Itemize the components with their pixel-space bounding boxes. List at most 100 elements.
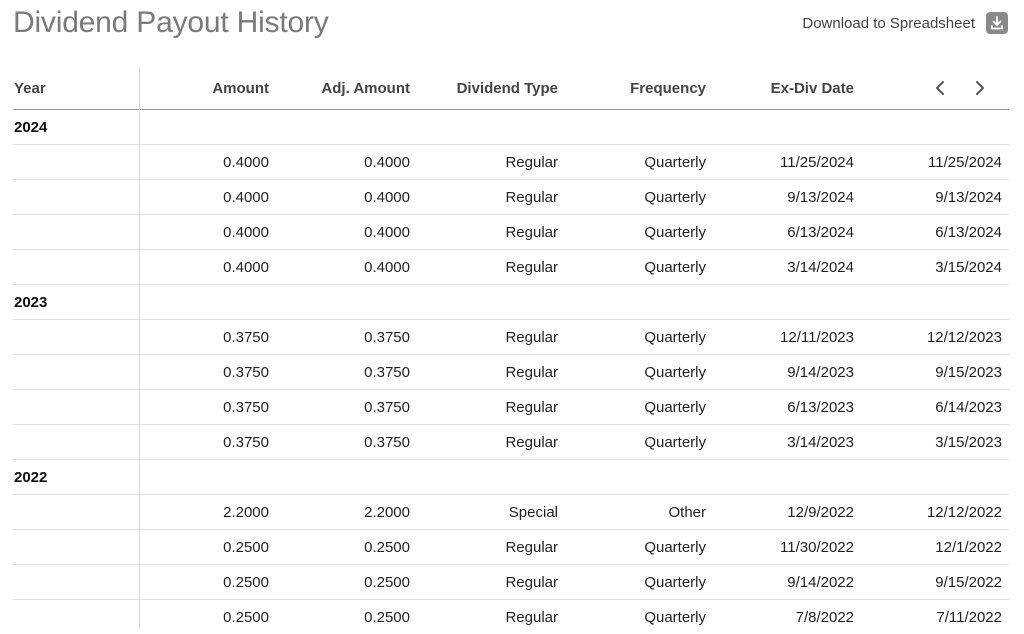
dividend-type-cell: Regular [505, 538, 558, 556]
page-header: Dividend Payout History Download to Spre… [0, 0, 1024, 60]
year-row: 2022 [13, 460, 1009, 495]
adj-amount-cell: 0.2500 [364, 608, 410, 626]
adj-amount-cell: 0.4000 [364, 223, 410, 241]
next-date-cell: 9/15/2023 [935, 363, 1002, 381]
next-date-cell: 12/1/2022 [935, 538, 1002, 556]
dividend-type-cell: Regular [505, 188, 558, 206]
frequency-cell: Quarterly [644, 608, 706, 626]
table-body: 2024 0.4000 0.4000 Regular Quarterly 11/… [13, 110, 1009, 634]
table-row: 2.2000 2.2000 Special Other 12/9/2022 12… [13, 495, 1009, 530]
column-pager [854, 78, 1002, 98]
amount-cell: 0.2500 [223, 538, 269, 556]
amount-cell: 0.4000 [223, 153, 269, 171]
dividend-type-cell: Regular [505, 433, 558, 451]
ex-div-date-cell: 12/9/2022 [787, 503, 854, 521]
frequency-cell: Quarterly [644, 153, 706, 171]
year-column-divider [139, 67, 140, 629]
ex-div-date-cell: 3/14/2024 [787, 258, 854, 276]
ex-div-date-cell: 9/13/2024 [787, 188, 854, 206]
adj-amount-cell: 2.2000 [364, 503, 410, 521]
year-row: 2024 [13, 110, 1009, 145]
frequency-cell: Quarterly [644, 258, 706, 276]
amount-cell: 0.3750 [223, 398, 269, 416]
amount-cell: 0.3750 [223, 363, 269, 381]
amount-cell: 0.2500 [223, 573, 269, 591]
dividend-type-cell: Regular [505, 608, 558, 626]
ex-div-date-cell: 9/14/2023 [787, 363, 854, 381]
ex-div-date-cell: 7/8/2022 [795, 608, 854, 626]
amount-cell: 0.3750 [223, 433, 269, 451]
adj-amount-cell: 0.2500 [364, 538, 410, 556]
next-date-cell: 6/14/2023 [935, 398, 1002, 416]
ex-div-date-cell: 9/14/2022 [787, 573, 854, 591]
frequency-cell: Quarterly [644, 573, 706, 591]
amount-cell: 0.4000 [223, 223, 269, 241]
dividend-type-cell: Regular [505, 398, 558, 416]
amount-cell: 0.2500 [223, 608, 269, 626]
download-label: Download to Spreadsheet [802, 14, 975, 32]
amount-cell: 2.2000 [223, 503, 269, 521]
page-title: Dividend Payout History [13, 6, 329, 39]
frequency-cell: Quarterly [644, 363, 706, 381]
column-header-year[interactable]: Year [13, 80, 139, 97]
amount-cell: 0.3750 [223, 328, 269, 346]
column-header-amount[interactable]: Amount [139, 80, 269, 97]
adj-amount-cell: 0.4000 [364, 153, 410, 171]
frequency-cell: Quarterly [644, 538, 706, 556]
adj-amount-cell: 0.3750 [364, 398, 410, 416]
download-spreadsheet-button[interactable]: Download to Spreadsheet [802, 12, 1008, 34]
adj-amount-cell: 0.3750 [364, 363, 410, 381]
ex-div-date-cell: 6/13/2023 [787, 398, 854, 416]
ex-div-date-cell: 12/11/2023 [780, 328, 854, 346]
next-date-cell: 3/15/2023 [935, 433, 1002, 451]
dividend-type-cell: Special [508, 503, 558, 521]
next-date-cell: 6/13/2024 [935, 223, 1002, 241]
column-header-adj-amount[interactable]: Adj. Amount [269, 80, 410, 97]
dividend-type-cell: Regular [505, 328, 558, 346]
column-header-frequency[interactable]: Frequency [558, 80, 706, 97]
table-row: 0.2500 0.2500 Regular Quarterly 11/30/20… [13, 530, 1009, 565]
dividend-type-cell: Regular [505, 258, 558, 276]
frequency-cell: Quarterly [644, 328, 706, 346]
dividend-table: Year Amount Adj. Amount Dividend Type Fr… [13, 67, 1009, 634]
dividend-type-cell: Regular [505, 153, 558, 171]
ex-div-date-cell: 6/13/2024 [787, 223, 854, 241]
chevron-right-icon[interactable] [970, 78, 990, 98]
download-icon[interactable] [986, 12, 1008, 34]
table-row: 0.4000 0.4000 Regular Quarterly 3/14/202… [13, 250, 1009, 285]
adj-amount-cell: 0.4000 [364, 188, 410, 206]
amount-cell: 0.4000 [223, 188, 269, 206]
adj-amount-cell: 0.4000 [364, 258, 410, 276]
next-date-cell: 12/12/2022 [926, 503, 1002, 521]
adj-amount-cell: 0.2500 [364, 573, 410, 591]
table-row: 0.4000 0.4000 Regular Quarterly 9/13/202… [13, 180, 1009, 215]
table-row: 0.3750 0.3750 Regular Quarterly 12/11/20… [13, 320, 1009, 355]
adj-amount-cell: 0.3750 [364, 433, 410, 451]
next-date-cell: 7/11/2022 [936, 608, 1002, 626]
frequency-cell: Quarterly [644, 188, 706, 206]
year-label: 2023 [14, 293, 48, 311]
table-row: 0.3750 0.3750 Regular Quarterly 3/14/202… [13, 425, 1009, 460]
table-header: Year Amount Adj. Amount Dividend Type Fr… [13, 67, 1009, 110]
table-row: 0.4000 0.4000 Regular Quarterly 11/25/20… [13, 145, 1009, 180]
ex-div-date-cell: 11/30/2022 [780, 538, 854, 556]
table-row: 0.4000 0.4000 Regular Quarterly 6/13/202… [13, 215, 1009, 250]
chevron-left-icon[interactable] [930, 78, 950, 98]
amount-cell: 0.4000 [223, 258, 269, 276]
column-header-dividend-type[interactable]: Dividend Type [410, 80, 558, 97]
next-date-cell: 9/15/2022 [935, 573, 1002, 591]
year-row: 2023 [13, 285, 1009, 320]
frequency-cell: Quarterly [644, 398, 706, 416]
frequency-cell: Quarterly [644, 433, 706, 451]
dividend-type-cell: Regular [505, 573, 558, 591]
frequency-cell: Quarterly [644, 223, 706, 241]
ex-div-date-cell: 3/14/2023 [787, 433, 854, 451]
table-row: 0.2500 0.2500 Regular Quarterly 9/14/202… [13, 565, 1009, 600]
dividend-type-cell: Regular [505, 363, 558, 381]
next-date-cell: 12/12/2023 [926, 328, 1002, 346]
year-label: 2022 [14, 468, 48, 486]
next-date-cell: 11/25/2024 [928, 153, 1002, 171]
ex-div-date-cell: 11/25/2024 [780, 153, 854, 171]
column-header-ex-div-date[interactable]: Ex-Div Date [706, 80, 854, 97]
dividend-type-cell: Regular [505, 223, 558, 241]
